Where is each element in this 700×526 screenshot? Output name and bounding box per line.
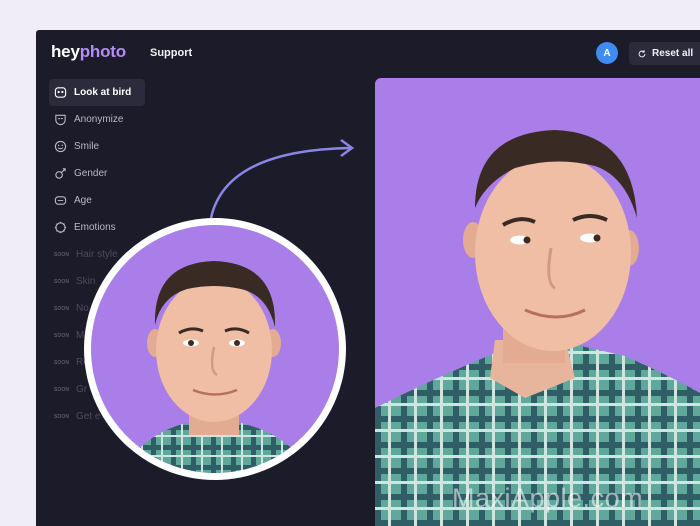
sidebar-item-label: M: [76, 330, 85, 341]
sidebar-item-look-at-bird[interactable]: Look at bird: [49, 79, 145, 106]
sidebar-item-label: Gender: [74, 168, 108, 179]
watermark: MaxiApple.com: [452, 483, 644, 513]
sidebar-item-label: Skin: [76, 276, 96, 287]
logo-text-photo: photo: [79, 42, 126, 61]
sidebar-item-emotions[interactable]: Emotions: [49, 214, 145, 241]
sidebar-item-label: Age: [74, 195, 92, 206]
original-photo-circle: [84, 218, 346, 480]
smile-icon: [54, 140, 67, 153]
reset-all-label: Reset all: [652, 48, 694, 59]
sidebar-item-gender[interactable]: Gender: [49, 160, 145, 187]
edited-photo: [375, 78, 700, 526]
portrait-illustration: [121, 261, 311, 473]
soon-badge: SOON: [54, 305, 70, 312]
soon-badge: SOON: [54, 278, 70, 285]
age-icon: [54, 194, 67, 207]
reset-icon: [638, 49, 646, 57]
original-photo: [91, 225, 339, 473]
avatar[interactable]: A: [596, 42, 618, 64]
gender-icon: [54, 167, 67, 180]
sidebar-item-label: Look at bird: [74, 87, 132, 98]
soon-badge: SOON: [54, 251, 70, 258]
portrait-illustration: [375, 130, 700, 526]
sidebar-item-label: Gr: [76, 384, 88, 395]
mask-icon: [54, 113, 67, 126]
reset-all-button[interactable]: Reset all: [629, 42, 700, 65]
bird-eye-icon: [54, 86, 67, 99]
sidebar-item-smile[interactable]: Smile: [49, 133, 145, 160]
sidebar-item-label: No: [76, 303, 89, 314]
sidebar-item-anonymize[interactable]: Anonymize: [49, 106, 145, 133]
logo-text-hey: hey: [51, 42, 80, 61]
sidebar-item-label: Anonymize: [74, 114, 124, 125]
app-window: heyphoto Support A Reset all Look at bir…: [36, 30, 700, 526]
sidebar-item-label: Hair style: [76, 249, 118, 260]
arrow-icon: [209, 138, 355, 219]
emotions-icon: [54, 221, 67, 234]
sidebar-item-label: Smile: [74, 141, 100, 152]
sidebar-item-label: Emotions: [74, 222, 116, 233]
sidebar-item-age[interactable]: Age: [49, 187, 145, 214]
soon-badge: SOON: [54, 386, 70, 393]
soon-badge: SOON: [54, 359, 70, 366]
sidebar-item-label: Get e: [76, 411, 101, 422]
support-link[interactable]: Support: [150, 47, 192, 59]
soon-badge: SOON: [54, 413, 70, 420]
soon-badge: SOON: [54, 332, 70, 339]
logo[interactable]: heyphoto: [51, 42, 126, 62]
